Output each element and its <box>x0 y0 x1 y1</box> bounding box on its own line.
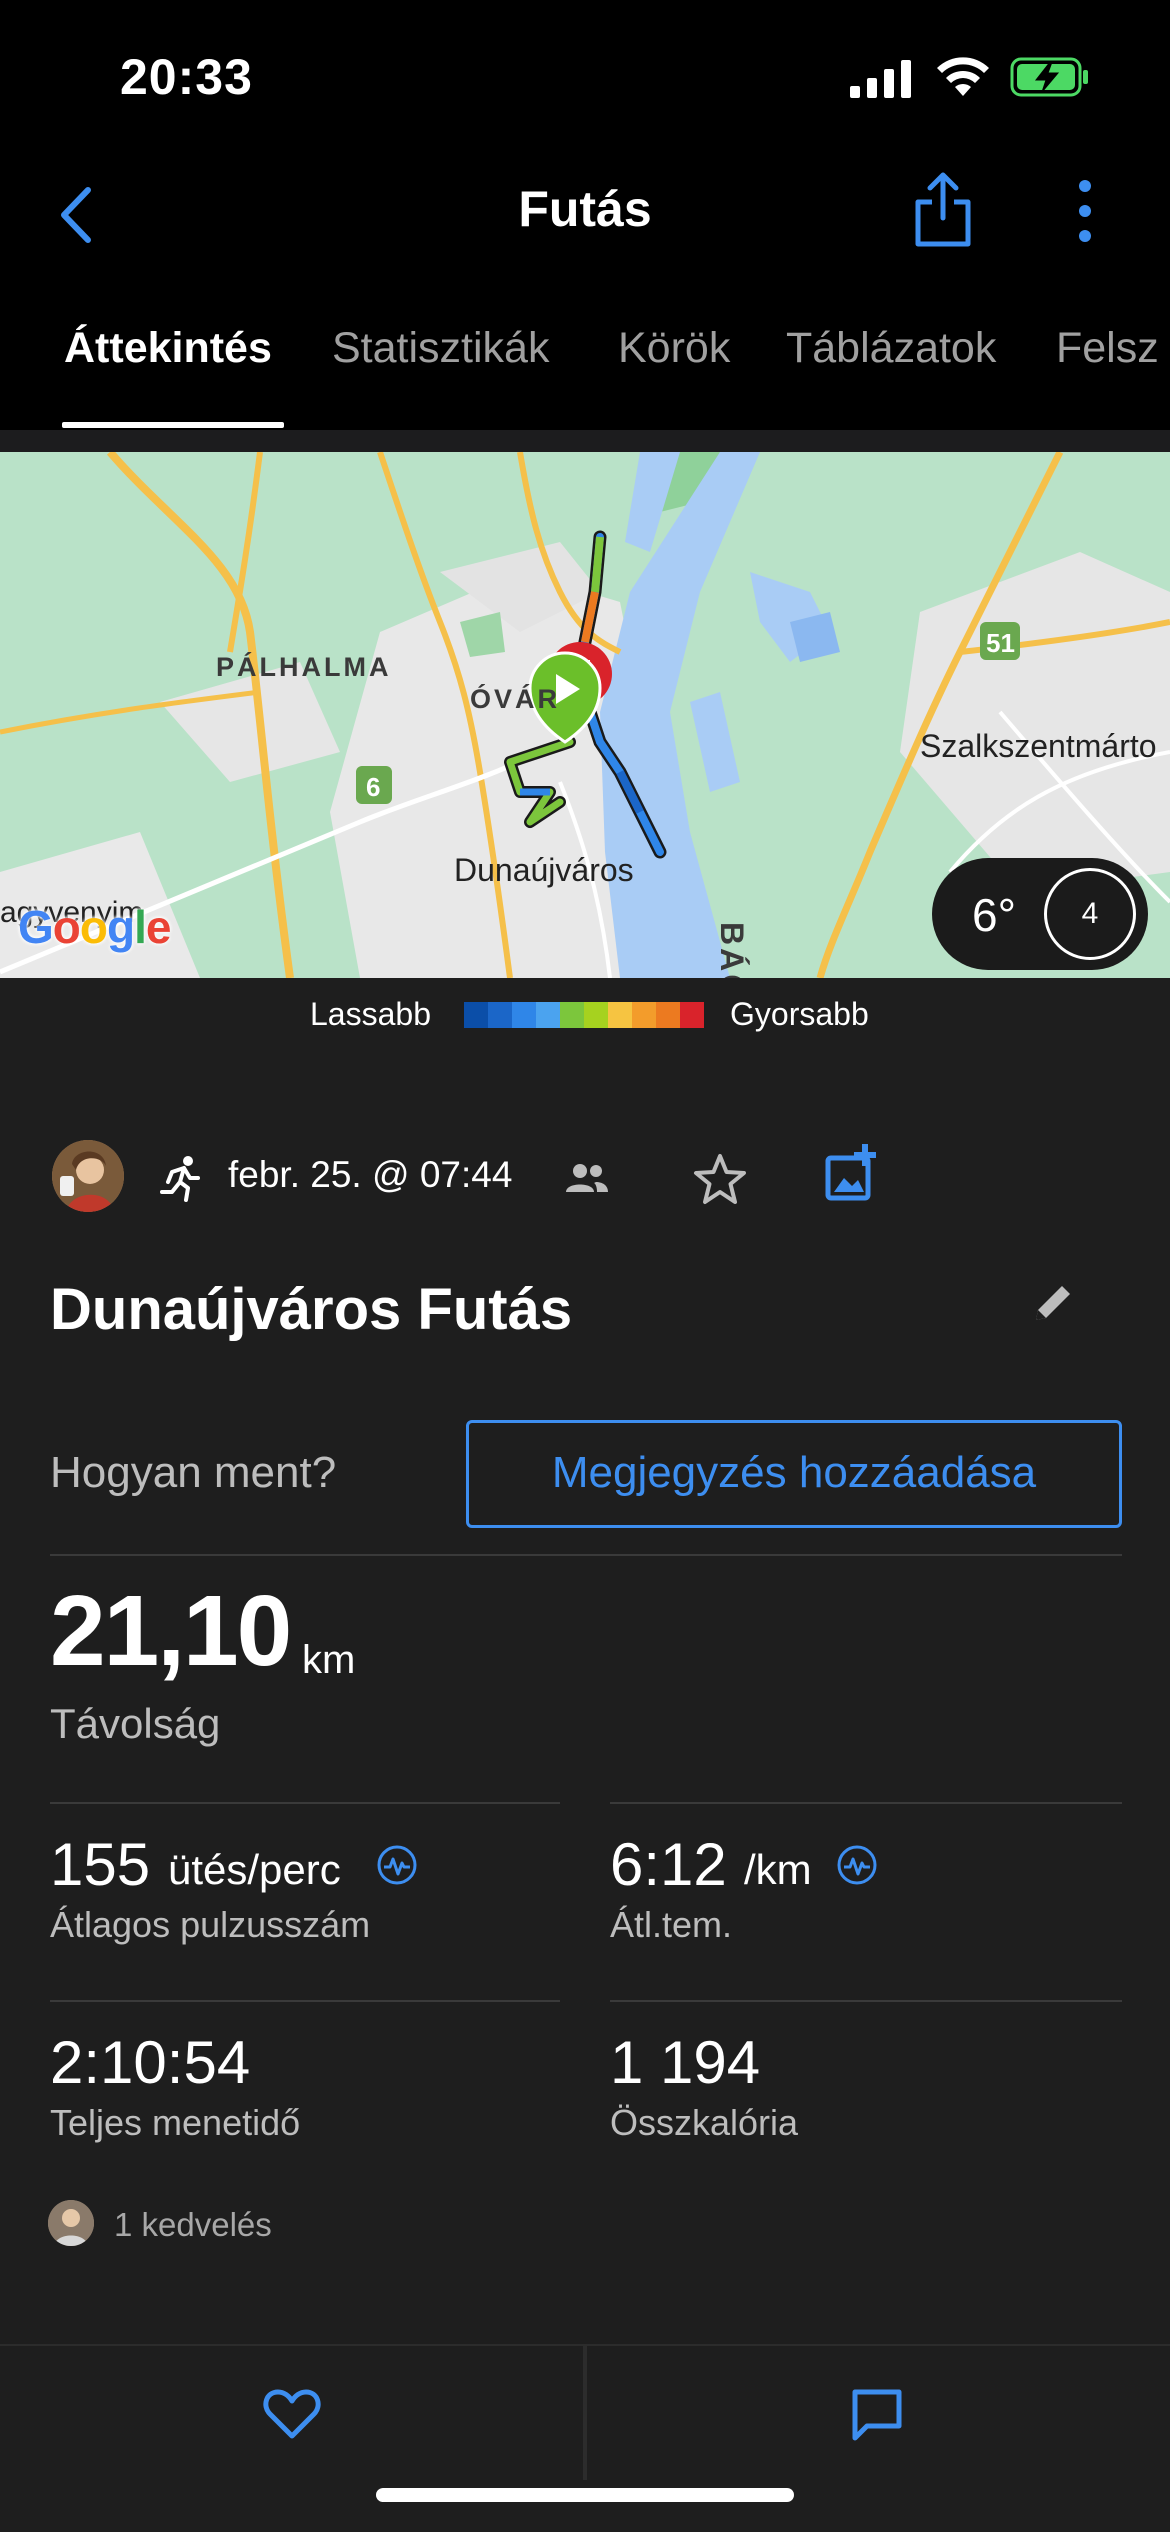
temperature: 6° <box>972 889 1016 941</box>
divider <box>610 1802 1122 1804</box>
status-time: 20:33 <box>120 49 253 105</box>
likes-count[interactable]: 1 kedvelés <box>114 2206 272 2244</box>
tab-bar: Áttekintés Statisztikák Körök Táblázatok… <box>0 280 1170 430</box>
calories-label: Összkalória <box>610 2102 799 2143</box>
pace-color-swatch <box>680 1002 704 1028</box>
distance-value: 21,10 <box>50 1575 292 1687</box>
tab-tables[interactable]: Táblázatok <box>786 324 996 373</box>
activity-title: Dunaújváros Futás <box>50 1277 573 1342</box>
section-divider <box>0 430 1170 452</box>
people-icon[interactable] <box>566 1162 608 1194</box>
running-icon <box>160 1156 200 1202</box>
heart-icon <box>263 2389 321 2439</box>
pace-color-swatch <box>584 1002 608 1028</box>
map-label-dunaujvaros: Dunaújváros <box>454 852 634 888</box>
favorite-star-icon[interactable] <box>692 1152 748 1206</box>
pace-color-swatch <box>488 1002 512 1028</box>
comment-button[interactable] <box>587 2344 1170 2480</box>
bottom-action-bar <box>0 2344 1170 2532</box>
share-icon[interactable] <box>912 170 974 250</box>
activity-details: febr. 25. @ 07:44 Dunaújváros Futás Hogy… <box>0 1054 1170 2344</box>
home-indicator <box>376 2488 794 2502</box>
heart-rate-value: 155 <box>50 1831 151 1898</box>
map-label-ovaros: ÓVÁR <box>470 684 561 714</box>
pace-legend: Lassabb Gyorsabb <box>0 978 1170 1054</box>
divider <box>50 1802 560 1804</box>
pace-unit: /km <box>744 1846 812 1893</box>
weather-badge: 6° 4 <box>932 858 1148 970</box>
road-number-6: 6 <box>366 772 381 802</box>
divider <box>50 2000 560 2002</box>
route-map[interactable]: PÁLHALMA ÓVÁR Dunaújváros Szalkszentmárt… <box>0 452 1170 978</box>
tab-laps[interactable]: Körök <box>618 324 730 373</box>
page-title: Futás <box>518 181 652 237</box>
battery-charging-icon <box>1010 57 1088 97</box>
distance-unit: km <box>302 1638 356 1682</box>
activity-date: febr. 25. @ 07:44 <box>228 1154 513 1195</box>
divider <box>50 1554 1122 1556</box>
pace-color-swatch <box>560 1002 584 1028</box>
pace-color-swatch <box>464 1002 488 1028</box>
active-tab-indicator <box>62 422 284 428</box>
liker-avatar[interactable] <box>48 2200 94 2246</box>
tab-overview[interactable]: Áttekintés <box>64 324 272 373</box>
pace-value: 6:12 <box>610 1831 727 1898</box>
heart-rate-unit: ütés/perc <box>168 1846 341 1893</box>
pace-color-swatch <box>512 1002 536 1028</box>
wifi-icon <box>937 57 989 96</box>
tab-more[interactable]: Felsz <box>1056 324 1159 373</box>
how-did-it-go-label: Hogyan ment? <box>50 1448 337 1497</box>
total-time-value: 2:10:54 <box>50 2029 251 2096</box>
pace-color-swatch <box>536 1002 560 1028</box>
wind-speed-icon: 4 <box>1044 868 1136 960</box>
user-avatar[interactable] <box>52 1140 124 1212</box>
legend-faster-label: Gyorsabb <box>730 996 869 1032</box>
more-options-icon[interactable] <box>1070 176 1100 246</box>
status-bar: 20:33 <box>0 0 1170 150</box>
pace-color-swatch <box>608 1002 632 1028</box>
nav-bar: Futás <box>0 150 1170 280</box>
road-number-51: 51 <box>986 628 1015 658</box>
heart-rate-label: Átlagos pulzusszám <box>50 1904 371 1945</box>
map-label-bac: BÁC <box>714 922 750 978</box>
pace-info-icon[interactable] <box>836 1844 878 1886</box>
pace-color-swatch <box>632 1002 656 1028</box>
distance-label: Távolság <box>50 1700 221 1747</box>
pace-color-swatch <box>656 1002 680 1028</box>
total-time-label: Teljes menetidő <box>50 2102 301 2143</box>
legend-slower-label: Lassabb <box>310 996 431 1032</box>
heart-rate-info-icon[interactable] <box>376 1844 418 1886</box>
divider <box>610 2000 1122 2002</box>
cellular-signal-icon <box>850 60 911 98</box>
comment-icon <box>852 2389 902 2441</box>
pace-color-scale <box>464 1002 704 1028</box>
pace-label: Átl.tem. <box>610 1904 733 1945</box>
map-label-palhalma: PÁLHALMA <box>216 652 392 682</box>
edit-pencil-icon[interactable] <box>1030 1280 1076 1326</box>
add-note-button[interactable]: Megjegyzés hozzáadása <box>466 1420 1122 1528</box>
calories-value: 1 194 <box>610 2029 761 2096</box>
map-label-szalkszentmarton: Szalkszentmárto <box>920 728 1157 764</box>
like-button[interactable] <box>0 2344 583 2480</box>
tab-statistics[interactable]: Statisztikák <box>332 324 549 373</box>
add-photo-icon[interactable] <box>824 1144 882 1204</box>
google-logo: Google <box>18 901 171 953</box>
